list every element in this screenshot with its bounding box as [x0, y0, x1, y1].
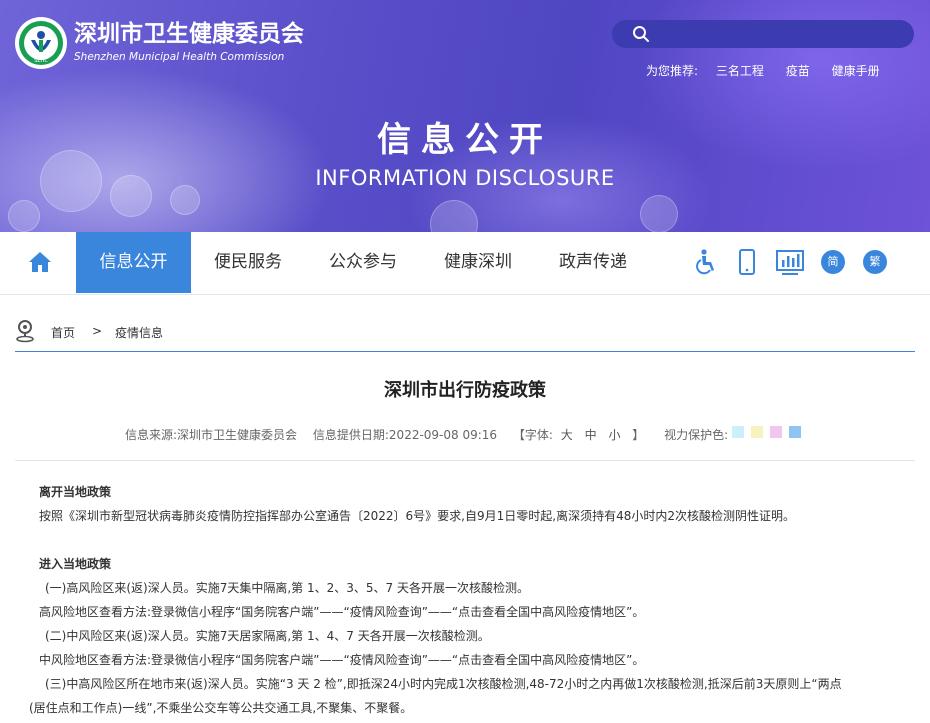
meta-divider	[15, 460, 915, 461]
search-input[interactable]	[658, 24, 902, 46]
nav-item-public-services[interactable]: 便民服务	[198, 232, 298, 293]
mobile-icon[interactable]	[739, 249, 755, 275]
banner-subtitle: INFORMATION DISCLOSURE	[315, 166, 615, 190]
nav-item-information-disclosure[interactable]: 信息公开	[76, 232, 191, 293]
search-box	[612, 20, 914, 48]
main-nav: 信息公开 便民服务 公众参与 健康深圳 政声传递 简 繁	[0, 232, 930, 295]
logo-english-name: Shenzhen Municipal Health Commission	[74, 51, 285, 63]
decor-bubble	[430, 200, 478, 232]
paragraph-city-risk: (三)中高风险区所在地市来(返)深人员。实施“3 天 2 检”,即抵深24小时内…	[45, 677, 842, 691]
nav-item-policy-voice[interactable]: 政声传递	[543, 232, 643, 293]
eye-care-color-blue[interactable]	[789, 426, 801, 438]
font-size-close: 】	[632, 428, 645, 442]
nav-item-public-participation[interactable]: 公众参与	[313, 232, 413, 293]
health-commission-emblem-icon: SZHC	[15, 17, 67, 69]
banner-title: 信息公开	[377, 120, 553, 160]
breadcrumb-home[interactable]: 首页	[51, 324, 75, 341]
section-heading-leaving: 离开当地政策	[39, 485, 112, 499]
paragraph-city-risk-continued: (居住点和工作点)一线”,不乘坐公交车等公共交通工具,不聚集、不聚餐。	[29, 701, 413, 715]
site-logo[interactable]: SZHC 深圳市卫生健康委员会 Shenzhen Municipal Healt…	[14, 16, 304, 70]
eye-care-color-yellow[interactable]	[751, 426, 763, 438]
breadcrumb-current[interactable]: 疫情信息	[115, 324, 163, 341]
accessibility-icon[interactable]	[694, 249, 718, 275]
breadcrumb: 首页 > 疫情信息	[15, 316, 915, 352]
recommend-link-sanming[interactable]: 三名工程	[716, 64, 764, 78]
recommend-link-vaccine[interactable]: 疫苗	[786, 64, 810, 78]
header-banner: SZHC 深圳市卫生健康委员会 Shenzhen Municipal Healt…	[0, 0, 930, 232]
eye-care-label: 视力保护色:	[664, 428, 729, 442]
simplified-chinese-button[interactable]: 简	[821, 250, 845, 274]
logo-badge-text: SZHC	[34, 58, 48, 64]
location-icon	[16, 320, 34, 343]
search-icon[interactable]	[632, 25, 650, 43]
decor-bubble	[640, 195, 678, 232]
paragraph-medium-risk: (二)中风险区来(返)深人员。实施7天居家隔离,第 1、4、7 天各开展一次核酸…	[45, 629, 490, 643]
logo-chinese-name: 深圳市卫生健康委员会	[74, 21, 304, 47]
font-size-small[interactable]: 小	[608, 428, 620, 442]
nav-item-healthy-shenzhen[interactable]: 健康深圳	[428, 232, 528, 293]
breadcrumb-separator: >	[92, 324, 103, 338]
article-source: 信息来源:深圳市卫生健康委员会	[125, 428, 298, 442]
paragraph-high-risk: (一)高风险区来(返)深人员。实施7天集中隔离,第 1、2、3、5、7 天各开展…	[45, 581, 529, 595]
traditional-chinese-button[interactable]: 繁	[863, 250, 887, 274]
article-meta: 信息来源:深圳市卫生健康委员会 信息提供日期:2022-09-08 09:16 …	[125, 426, 740, 443]
font-size-label: 【字体:	[512, 428, 553, 442]
paragraph-leaving-policy: 按照《深圳市新型冠状病毒肺炎疫情防控指挥部办公室通告〔2022〕6号》要求,自9…	[39, 509, 795, 523]
decor-bubble	[8, 200, 40, 232]
recommend-link-health-manual[interactable]: 健康手册	[832, 64, 880, 78]
eye-care-color-cyan[interactable]	[732, 426, 744, 438]
chart-icon[interactable]	[776, 249, 804, 275]
eye-care-color-pink[interactable]	[770, 426, 782, 438]
paragraph-medium-risk-lookup: 中风险地区查看方法:登录微信小程序“国务院客户端”——“疫情风险查询”——“点击…	[39, 653, 645, 667]
paragraph-high-risk-lookup: 高风险地区查看方法:登录微信小程序“国务院客户端”——“疫情风险查询”——“点击…	[39, 605, 645, 619]
font-size-medium[interactable]: 中	[585, 428, 597, 442]
article-title: 深圳市出行防疫政策	[384, 380, 546, 401]
section-heading-entering: 进入当地政策	[39, 557, 112, 571]
recommend-bar: 为您推荐: 三名工程 疫苗 健康手册	[646, 62, 898, 79]
article-date: 信息提供日期:2022-09-08 09:16	[312, 428, 498, 442]
recommend-label: 为您推荐:	[646, 64, 699, 78]
home-icon[interactable]	[28, 251, 52, 273]
font-size-large[interactable]: 大	[561, 428, 573, 442]
